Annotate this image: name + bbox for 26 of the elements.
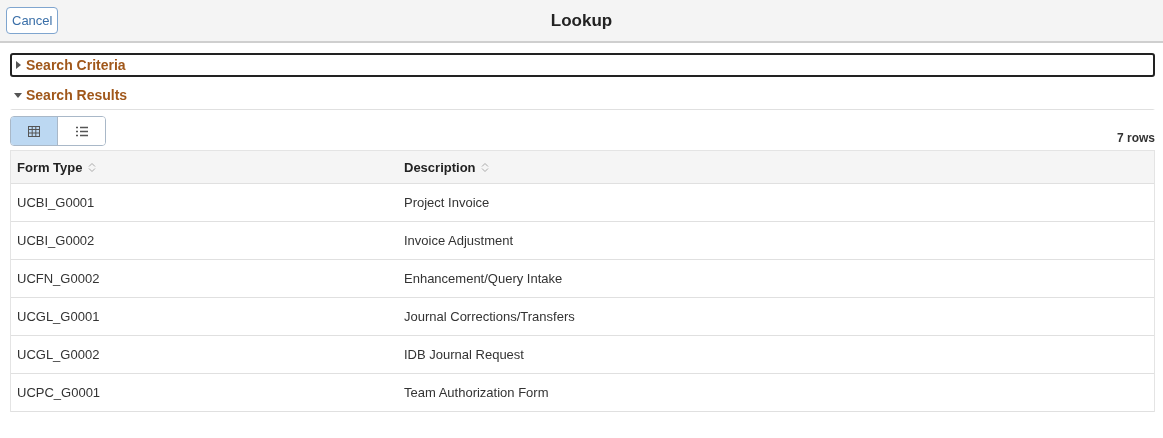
page-title: Lookup (550, 10, 613, 31)
table-cell-text: Project Invoice (403, 195, 491, 210)
section-label: Search Results (26, 87, 128, 103)
cancel-button[interactable]: Cancel (6, 7, 59, 34)
caret-down-icon (14, 91, 22, 99)
table-cell-text: UCFN_G0002 (16, 271, 101, 286)
column-header[interactable]: Form Type (17, 159, 83, 175)
section-header[interactable]: Search Results (10, 83, 1155, 110)
table-cell-text: Enhancement/Query Intake (403, 271, 564, 286)
table-cell-text: UCPC_G0001 (16, 385, 102, 400)
caret-right-icon (14, 61, 22, 69)
table-cell-text: UCGL_G0001 (16, 309, 101, 324)
table-cell-text: Team Authorization Form (403, 385, 550, 400)
table-cell-text: UCBI_G0002 (16, 233, 96, 248)
table-cell-text: UCGL_G0002 (16, 347, 101, 362)
table-cell-text: UCBI_G0001 (16, 195, 96, 210)
list-icon (75, 125, 88, 137)
section-header[interactable]: Search Criteria (10, 53, 1155, 77)
table-cell-text: Journal Corrections/Transfers (403, 309, 576, 324)
row-count: 7 rows (1117, 131, 1155, 145)
table-cell-text: IDB Journal Request (403, 347, 525, 362)
table-cell-text: Invoice Adjustment (403, 233, 515, 248)
section-label: Search Criteria (26, 57, 126, 73)
view-button[interactable] (11, 117, 58, 145)
column-header[interactable]: Description (404, 159, 476, 175)
grid-icon (28, 125, 40, 137)
